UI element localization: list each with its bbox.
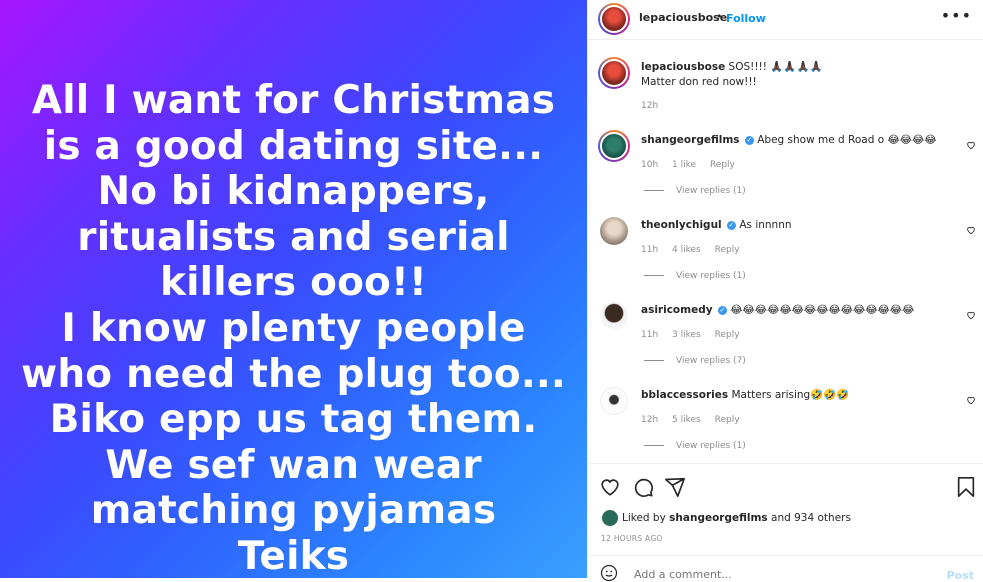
post-image: All I want for Christmas is a good dating… [0,0,587,578]
commenter-avatar[interactable] [600,302,628,330]
view-replies-label: View replies (1) [676,271,746,281]
commenter-avatar[interactable] [598,130,630,162]
comment-text: theonlychigul ✓ As innnnn [641,218,941,233]
comment-time[interactable]: 11h [641,330,658,340]
liked-by-prefix: Liked by [622,512,670,524]
like-comment-icon[interactable] [966,395,976,405]
comment-meta: 11h 3 likes Reply [641,330,751,340]
replies-line [644,360,664,361]
reply-button[interactable]: Reply [715,330,740,340]
comment-likes[interactable]: 5 likes [672,415,701,425]
action-bar: Liked by shangeorgefilms and 934 others … [588,463,983,555]
view-replies-label: View replies (1) [676,186,746,196]
comment-username[interactable]: theonlychigul [641,219,722,231]
add-comment-bar: Post [588,555,983,582]
post-image-text: All I want for Christmas is a good dating… [0,78,587,578]
comment-username[interactable]: shangeorgefilms [641,134,740,146]
comment-username[interactable]: bblaccessories [641,389,728,401]
post-comment-button[interactable]: Post [947,569,974,582]
comment-body: As innnnn [739,219,792,231]
liker-avatar[interactable] [601,509,619,527]
reply-button[interactable]: Reply [710,160,735,170]
comment-body: 😂😂😂😂😂😂😂😂😂😂😂😂😂😂😂 [730,304,915,316]
comment-meta: 11h 4 likes Reply [641,245,751,255]
like-comment-icon[interactable] [966,310,976,320]
view-replies-button[interactable]: View replies (1) [644,441,746,451]
comment-text: shangeorgefilms ✓ Abeg show me d Road o … [641,133,941,148]
more-options-icon[interactable]: ••• [941,6,972,25]
liked-by-text: Liked by shangeorgefilms and 934 others [622,512,851,524]
post-header: lepaciousbose • Follow ••• [588,0,983,40]
view-replies-label: View replies (1) [676,441,746,451]
author-username[interactable]: lepaciousbose [639,11,727,24]
commenter-avatar[interactable] [600,387,628,415]
comment-body: Abeg show me d Road o 😂😂😂😂 [757,134,937,146]
caption-time[interactable]: 12h [641,101,658,111]
comment-icon[interactable] [632,476,654,498]
caption-text: lepaciousbose SOS!!!! 🙏🏿🙏🏿🙏🏿🙏🏿 Matter do… [641,60,941,90]
caption-line2: Matter don red now!!! [641,76,757,88]
author-avatar[interactable] [598,3,630,35]
comments-list[interactable]: lepaciousbose SOS!!!! 🙏🏿🙏🏿🙏🏿🙏🏿 Matter do… [588,41,983,463]
image-text-line: Biko epp us tag them. [49,397,538,443]
comment-text: asiricomedy ✓ 😂😂😂😂😂😂😂😂😂😂😂😂😂😂😂 [641,303,941,318]
like-comment-icon[interactable] [966,225,976,235]
reply-button[interactable]: Reply [715,245,740,255]
comment-meta: 10h 1 like Reply [641,160,746,170]
liked-by-user[interactable]: shangeorgefilms [669,512,768,524]
view-replies-button[interactable]: View replies (7) [644,356,746,366]
comment-time[interactable]: 10h [641,160,658,170]
comment-time[interactable]: 12h [641,415,658,425]
like-comment-icon[interactable] [966,140,976,150]
caption-username[interactable]: lepaciousbose [641,61,725,73]
verified-icon: ✓ [717,305,727,315]
heart-icon[interactable] [599,476,621,498]
comment-body: Matters arising🤣🤣🤣 [731,389,850,401]
image-text-line: I know plenty people [61,305,526,351]
comment-text: bblaccessories Matters arising🤣🤣🤣 [641,388,941,403]
image-text-line: We sef wan wear [105,442,482,488]
comment-time[interactable]: 11h [641,245,658,255]
caption-meta: 12h [641,101,669,111]
share-icon[interactable] [664,476,686,498]
post-timestamp[interactable]: 12 HOURS AGO [601,534,663,543]
add-comment-input[interactable] [632,567,916,582]
verified-icon: ✓ [744,135,754,145]
verified-icon: ✓ [726,220,736,230]
post-panel: lepaciousbose • Follow ••• lepaciousbose… [587,0,983,582]
view-replies-button[interactable]: View replies (1) [644,186,746,196]
replies-line [644,275,664,276]
comment-meta: 12h 5 likes Reply [641,415,751,425]
image-text-line: is a good dating site... [43,123,544,169]
follow-button[interactable]: Follow [726,12,766,25]
emoji-icon[interactable] [600,564,618,582]
replies-line [644,190,664,191]
commenter-avatar[interactable] [600,217,628,245]
image-text-line: No bi kidnappers, [97,169,490,215]
image-text-line: ritualists and serial [77,214,510,260]
caption-avatar[interactable] [598,57,630,89]
image-text-line: All I want for Christmas [31,78,556,123]
separator-dot: • [716,10,723,23]
comment-likes[interactable]: 1 like [672,160,696,170]
image-text-line: who need the plug too... [21,351,566,397]
liked-by-suffix[interactable]: and 934 others [768,512,851,524]
view-replies-button[interactable]: View replies (1) [644,271,746,281]
comment-likes[interactable]: 4 likes [672,245,701,255]
image-text-line: Teiks [237,533,350,578]
image-text-line: killers ooo!! [159,260,428,306]
image-text-line: matching pyjamas [90,488,497,534]
bookmark-icon[interactable] [955,476,977,498]
view-replies-label: View replies (7) [676,356,746,366]
reply-button[interactable]: Reply [715,415,740,425]
comment-likes[interactable]: 3 likes [672,330,701,340]
replies-line [644,445,664,446]
caption-line1: SOS!!!! 🙏🏿🙏🏿🙏🏿🙏🏿 [728,61,823,73]
comment-username[interactable]: asiricomedy [641,304,713,316]
